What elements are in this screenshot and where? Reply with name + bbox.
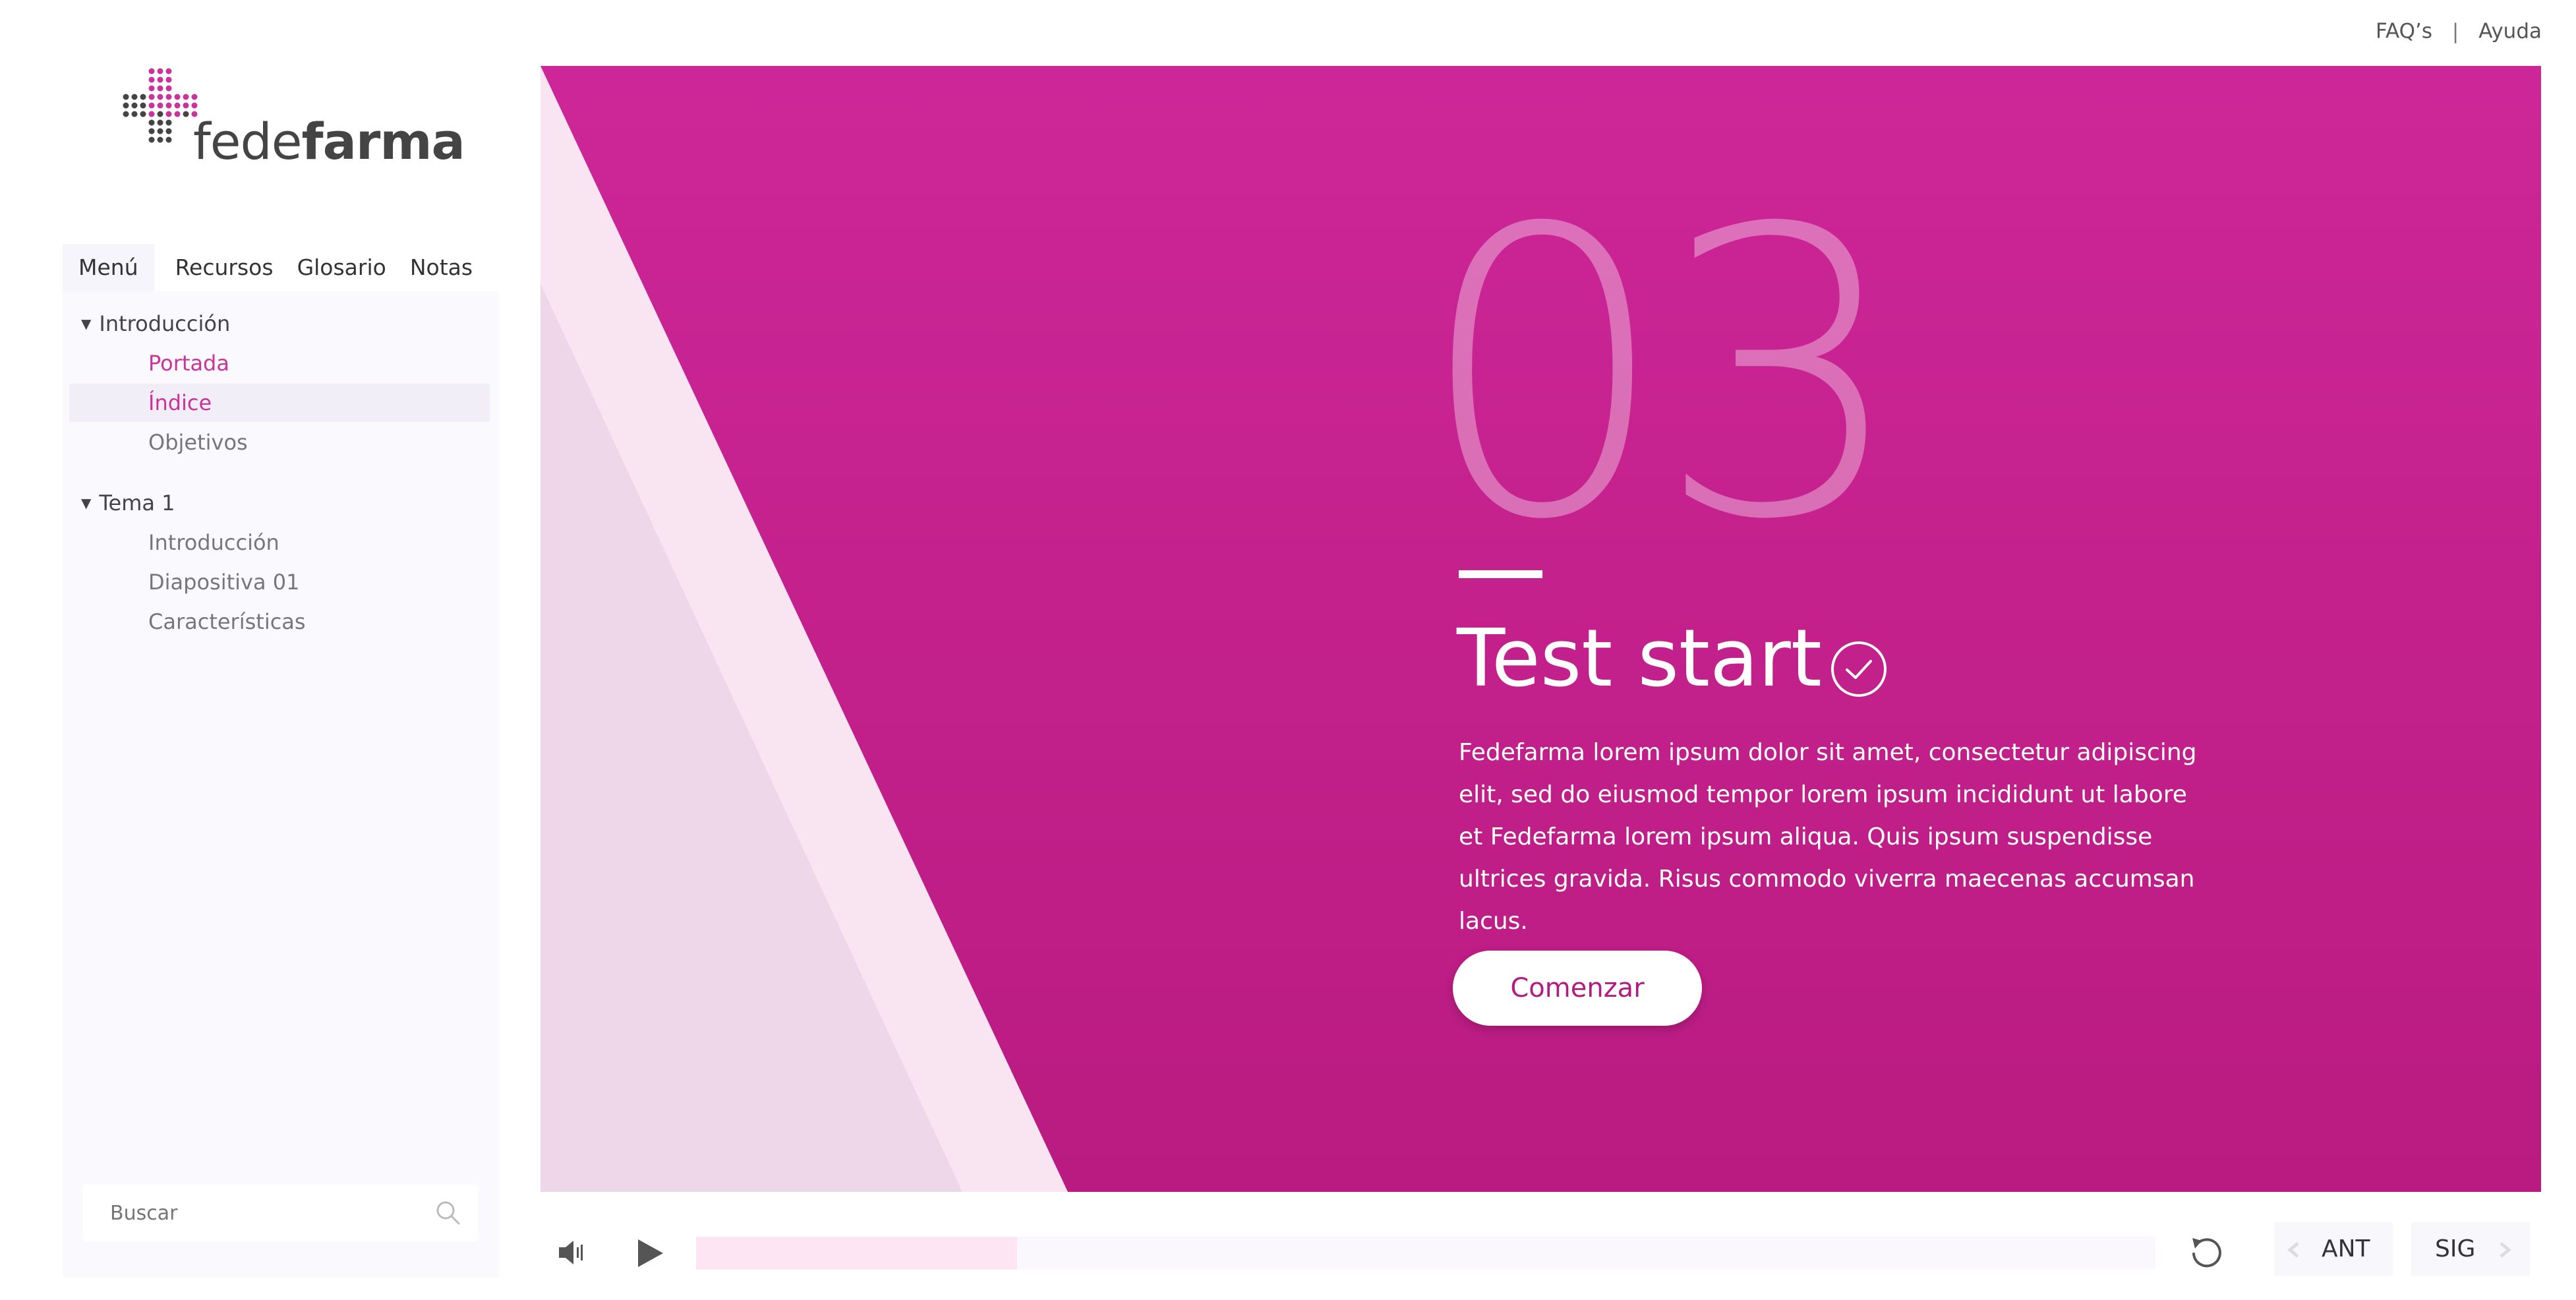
top-links: FAQ’s | Ayuda: [2376, 18, 2542, 44]
menu-item-objetivos[interactable]: Objetivos: [69, 423, 490, 461]
logo-wordmark: fedefarma: [193, 112, 465, 171]
menu-item-diapositiva-01[interactable]: Diapositiva 01: [69, 563, 490, 601]
menu-group-label: Tema 1: [99, 490, 175, 516]
search-input[interactable]: [82, 1185, 478, 1241]
menu-item-indice[interactable]: Índice: [69, 384, 490, 422]
title-divider: [1459, 570, 1542, 578]
chevron-right-icon: [2500, 1242, 2511, 1258]
menu-item-portada[interactable]: Portada: [69, 344, 490, 382]
fedefarma-logo: fedefarma: [121, 66, 465, 171]
menu-item-introduccion[interactable]: Introducción: [69, 523, 490, 562]
progress-fill: [696, 1237, 1018, 1270]
play-icon[interactable]: [637, 1238, 664, 1268]
triangle-down-icon: ▼: [81, 316, 92, 332]
search-icon[interactable]: [435, 1200, 461, 1226]
tab-glossary[interactable]: Glosario: [285, 244, 398, 291]
help-link[interactable]: Ayuda: [2478, 20, 2542, 44]
faq-link[interactable]: FAQ’s: [2376, 20, 2432, 44]
player-controls: ANT SIG: [541, 1213, 2541, 1285]
slide-stage: 03 Test start Fedefarma lorem ipsum dolo…: [541, 66, 2541, 1192]
next-label: SIG: [2435, 1235, 2476, 1262]
triangle-down-icon: ▼: [81, 495, 92, 511]
check-circle-icon: [1831, 641, 1887, 697]
tab-menu[interactable]: Menú: [63, 244, 154, 291]
menu-group-introduccion[interactable]: ▼ Introducción: [81, 311, 230, 336]
volume-icon[interactable]: [556, 1237, 588, 1268]
replay-icon[interactable]: [2188, 1234, 2225, 1271]
prev-label: ANT: [2322, 1235, 2370, 1262]
progress-bar[interactable]: [696, 1237, 2155, 1270]
tab-resources[interactable]: Recursos: [163, 244, 285, 291]
slide-number: 03: [1417, 145, 1907, 606]
sidebar-tabs: Menú Recursos Glosario Notas: [63, 244, 499, 291]
menu-group-label: Introducción: [99, 311, 231, 336]
slide-body: Fedefarma lorem ipsum dolor sit amet, co…: [1459, 739, 2197, 935]
menu-group-tema-1[interactable]: ▼ Tema 1: [81, 490, 175, 516]
menu-tree: ▼ Introducción Portada Índice Objetivos ▼…: [63, 291, 499, 1278]
top-links-separator: |: [2451, 19, 2459, 44]
next-button[interactable]: SIG: [2411, 1222, 2530, 1276]
tab-notes[interactable]: Notas: [398, 244, 484, 291]
sidebar: fedefarma Menú Recursos Glosario Notas ▼…: [63, 66, 499, 1278]
slide-title: Test start: [1457, 613, 1822, 705]
menu-item-caracteristicas[interactable]: Características: [69, 603, 490, 641]
prev-button[interactable]: ANT: [2274, 1222, 2393, 1276]
start-button[interactable]: Comenzar: [1453, 951, 1702, 1026]
chevron-left-icon: [2287, 1242, 2299, 1258]
